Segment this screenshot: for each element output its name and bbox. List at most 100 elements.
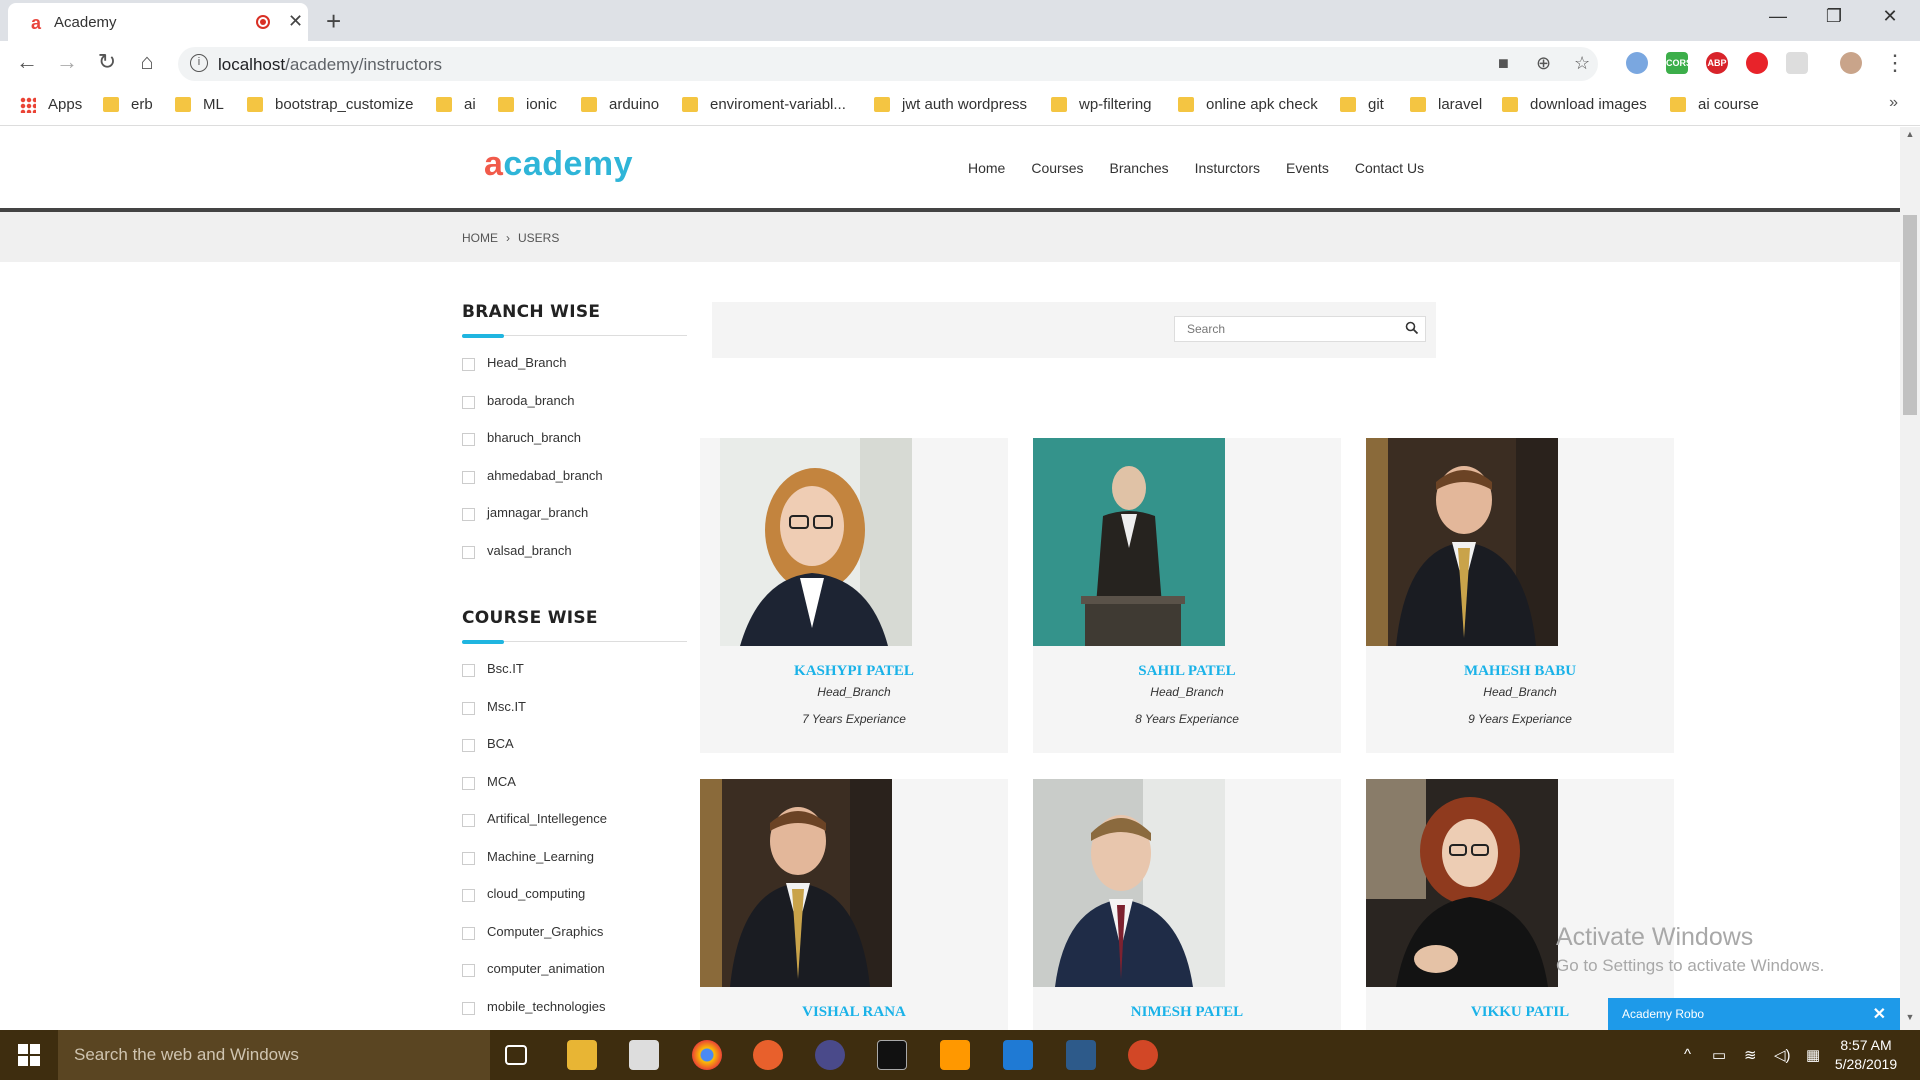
instructor-name[interactable]: SAHIL PATEL [1033,663,1341,680]
instructor-card[interactable]: VIKKU PATIL [1366,779,1674,1030]
battery-icon[interactable]: ▭ [1712,1046,1726,1064]
back-arrow-icon[interactable]: ← [12,49,42,75]
database-workbench-icon[interactable] [1066,1040,1096,1070]
camera-icon[interactable]: ■ [1498,53,1509,74]
page-scrollbar[interactable]: ▲ ▼ [1900,127,1920,1030]
volume-icon[interactable]: ◁) [1774,1046,1791,1064]
task-view-icon[interactable] [505,1045,527,1065]
checkbox[interactable] [462,814,475,827]
cors-extension-icon[interactable]: CORS [1666,52,1692,74]
bookmark-item[interactable]: bootstrap_customize [247,94,413,116]
instructor-card[interactable]: SAHIL PATEL Head_Branch 8 Years Experian… [1033,438,1341,753]
nav-contact[interactable]: Contact Us [1355,160,1424,176]
bookmark-item[interactable]: online apk check [1178,94,1318,116]
opera-extension-icon[interactable] [1746,52,1768,74]
nav-branches[interactable]: Branches [1110,160,1169,176]
instructor-card[interactable]: VISHAL RANA [700,779,1008,1030]
course-filter-item[interactable]: computer_animation [462,961,687,999]
profile-avatar[interactable] [1840,52,1862,74]
chrome-icon[interactable] [692,1040,722,1070]
file-explorer-icon[interactable] [567,1040,597,1070]
scroll-down-arrow-icon[interactable]: ▼ [1900,1012,1920,1028]
close-tab-icon[interactable]: ✕ [288,11,303,32]
bookmark-item[interactable]: jwt auth wordpress [874,94,1027,116]
powerpoint-icon[interactable] [1128,1040,1158,1070]
taskbar-clock[interactable]: 8:57 AM 5/28/2019 [1826,1036,1906,1074]
instructor-name[interactable]: VISHAL RANA [700,1004,1008,1021]
bookmark-item[interactable]: git [1340,94,1384,116]
checkbox[interactable] [462,470,475,484]
nav-events[interactable]: Events [1286,160,1329,176]
branch-filter-item[interactable]: bharuch_branch [462,430,687,468]
course-filter-item[interactable]: MCA [462,774,687,812]
bookmark-apps[interactable]: Apps [20,94,82,116]
course-filter-item[interactable]: Machine_Learning [462,849,687,887]
browser-tab[interactable]: a Academy ✕ [8,3,308,41]
minimize-window-button[interactable]: — [1758,6,1798,27]
postman-icon[interactable] [753,1040,783,1070]
course-filter-item[interactable]: mobile_technologies [462,999,687,1031]
bookmark-item[interactable]: ai course [1670,94,1759,116]
keyboard-icon[interactable]: ▦ [1806,1046,1820,1064]
search-icon[interactable] [1405,321,1419,335]
breadcrumb-home[interactable]: HOME [462,231,498,245]
course-filter-item[interactable]: Bsc.IT [462,661,687,699]
bookmark-item[interactable]: erb [103,94,153,116]
academy-logo[interactable]: academy [484,145,633,184]
course-filter-item[interactable]: Msc.IT [462,699,687,737]
checkbox[interactable] [462,739,475,752]
search-input[interactable] [1175,317,1400,341]
course-filter-item[interactable]: cloud_computing [462,886,687,924]
checkbox[interactable] [462,395,475,409]
home-icon[interactable]: ⌂ [132,49,162,75]
nav-home[interactable]: Home [968,160,1005,176]
forward-arrow-icon[interactable]: → [52,49,82,75]
instructor-name[interactable]: NIMESH PATEL [1033,1004,1341,1021]
site-info-icon[interactable]: i [190,54,208,72]
bookmark-item[interactable]: ai [436,94,476,116]
zoom-icon[interactable]: ⊕ [1536,53,1551,74]
checkbox[interactable] [462,701,475,715]
checkbox[interactable] [462,433,475,446]
chat-close-icon[interactable]: ✕ [1873,1004,1886,1024]
instructor-card[interactable]: NIMESH PATEL [1033,779,1341,1030]
instructor-name[interactable]: MAHESH BABU [1366,663,1674,680]
branch-filter-item[interactable]: Head_Branch [462,355,687,393]
instructor-card[interactable]: KASHYPI PATEL Head_Branch 7 Years Experi… [700,438,1008,753]
bookmark-item[interactable]: arduino [581,94,659,116]
address-bar[interactable]: i localhost/academy/instructors ■ ⊕ ☆ [178,47,1598,81]
nav-courses[interactable]: Courses [1031,160,1083,176]
store-icon[interactable] [629,1040,659,1070]
checkbox[interactable] [462,358,475,371]
reload-icon[interactable]: ↻ [92,49,122,75]
extension-1-icon[interactable] [1626,52,1648,74]
instructor-card[interactable]: MAHESH BABU Head_Branch 9 Years Experian… [1366,438,1674,753]
nav-instructors[interactable]: Insturctors [1195,160,1260,176]
course-filter-item[interactable]: Computer_Graphics [462,924,687,962]
bookmark-item[interactable]: ML [175,94,224,116]
app-infinity-icon[interactable] [815,1040,845,1070]
checkbox[interactable] [462,926,475,940]
url-text[interactable]: localhost/academy/instructors [218,55,442,75]
menu-dots-icon[interactable]: ⋮ [1880,50,1910,76]
bookmark-item[interactable]: ionic [498,94,557,116]
bookmark-item[interactable]: enviroment-variabl... [682,94,846,116]
vscode-icon[interactable] [1003,1040,1033,1070]
more-bookmarks-icon[interactable]: » [1889,94,1898,112]
course-filter-item[interactable]: Artifical_Intellegence [462,811,687,849]
checkbox[interactable] [462,508,475,521]
checkbox[interactable] [462,664,475,677]
checkbox[interactable] [462,851,475,865]
scrollbar-thumb[interactable] [1903,215,1917,415]
sublime-text-icon[interactable] [940,1040,970,1070]
course-filter-item[interactable]: BCA [462,736,687,774]
checkbox[interactable] [462,964,475,977]
extension-5-icon[interactable] [1786,52,1808,74]
chat-widget-bar[interactable]: Academy Robo ✕ [1608,998,1900,1030]
bookmark-item[interactable]: download images [1502,94,1647,116]
close-window-button[interactable]: ✕ [1870,6,1910,27]
branch-filter-item[interactable]: jamnagar_branch [462,505,687,543]
checkbox[interactable] [462,1001,475,1015]
bookmark-item[interactable]: laravel [1410,94,1482,116]
checkbox[interactable] [462,776,475,790]
